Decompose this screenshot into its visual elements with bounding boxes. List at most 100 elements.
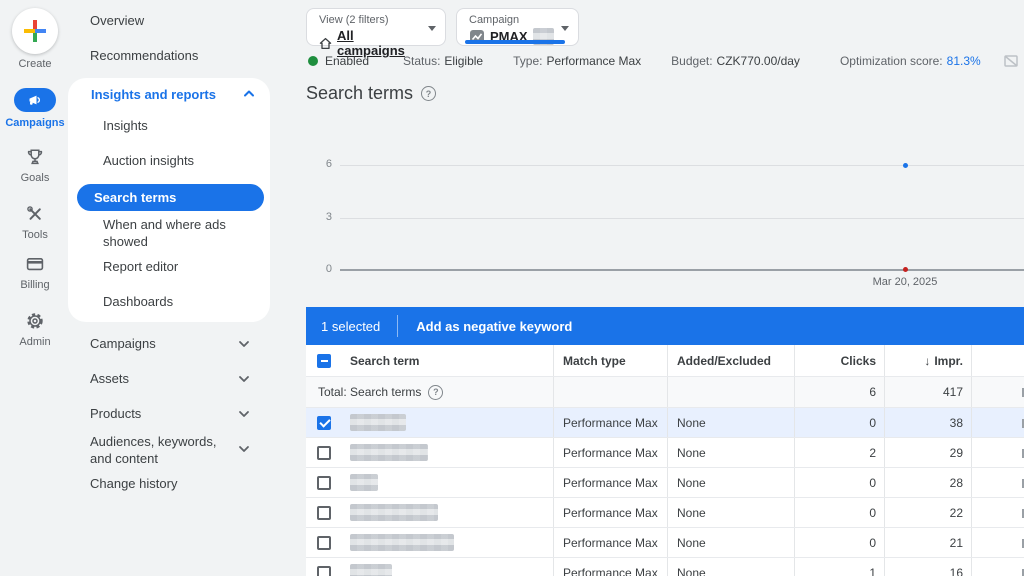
y-axis-tick: 6 xyxy=(306,158,332,170)
row-checkbox[interactable] xyxy=(317,506,331,520)
nav-item-insights[interactable]: Insights xyxy=(103,118,148,134)
added-excluded-cell: None xyxy=(667,498,794,527)
impressions-cell: 28 xyxy=(884,468,971,497)
search-term-redacted xyxy=(340,468,553,497)
column-header-match-type[interactable]: Match type xyxy=(553,345,667,376)
x-axis-date-label: Mar 20, 2025 xyxy=(863,276,947,288)
type-label: Type: xyxy=(513,54,542,68)
row-checkbox[interactable] xyxy=(317,476,331,490)
billing-card-icon xyxy=(0,253,70,275)
chevron-down-icon[interactable] xyxy=(238,375,250,383)
added-excluded-cell: None xyxy=(667,558,794,576)
table-row[interactable]: Performance MaxNone229 xyxy=(306,438,1024,468)
clicks-cell: 0 xyxy=(794,408,884,437)
sidebar-item-admin[interactable]: Admin xyxy=(0,310,70,348)
column-header-impressions[interactable]: ↓ Impr. xyxy=(884,345,971,376)
table-row[interactable]: Performance MaxNone021 xyxy=(306,528,1024,558)
sidebar-item-tools[interactable]: Tools xyxy=(0,203,70,241)
dropdown-caret-icon xyxy=(428,26,436,31)
added-excluded-cell: None xyxy=(667,408,794,437)
nav-item-dashboards[interactable]: Dashboards xyxy=(103,294,173,310)
match-type-cell: Performance Max xyxy=(553,558,667,576)
simulate-campaigns-button-disabled: Simulate camp xyxy=(1003,53,1024,69)
nav-item-when-and-where-ads-showed[interactable]: When and where ads showed xyxy=(103,216,253,250)
campaign-selector-dropdown[interactable]: Campaign PMAX xyxy=(456,8,579,46)
nav-item-recommendations[interactable]: Recommendations xyxy=(90,47,198,65)
match-type-cell: Performance Max xyxy=(553,408,667,437)
optimization-score-value[interactable]: 81.3% xyxy=(947,54,981,68)
budget-label: Budget: xyxy=(671,54,712,68)
match-type-cell: Performance Max xyxy=(553,438,667,467)
x-axis-line xyxy=(340,269,1024,271)
clipped-cell xyxy=(971,408,1024,437)
chart-point-series1[interactable] xyxy=(903,163,908,168)
page-title: Search terms xyxy=(306,83,413,104)
filter-bar: View (2 filters) All campaigns Campaign … xyxy=(306,8,579,46)
row-checkbox[interactable] xyxy=(317,566,331,576)
campaign-selector-label: Campaign xyxy=(469,14,554,26)
gridline xyxy=(340,165,1024,166)
total-clicks: 6 xyxy=(794,377,884,407)
chart-point-series2[interactable] xyxy=(903,267,908,272)
search-terms-table: Search term Match type Added/Excluded Cl… xyxy=(306,345,1024,576)
clicks-cell: 0 xyxy=(794,528,884,557)
clicks-cell: 0 xyxy=(794,498,884,527)
selected-count: 1 selected xyxy=(306,319,397,334)
status-value: Eligible xyxy=(444,54,483,68)
total-impressions: 417 xyxy=(884,377,971,407)
sidebar-item-label: Campaigns xyxy=(0,117,70,129)
active-campaign-indicator xyxy=(465,40,565,44)
select-all-checkbox-indeterminate[interactable] xyxy=(317,354,331,368)
sidebar-item-billing[interactable]: Billing xyxy=(0,253,70,291)
create-button[interactable]: Create xyxy=(0,8,70,70)
trophy-icon xyxy=(0,146,70,168)
nav-group-insights-and-reports[interactable]: Insights and reports xyxy=(91,86,216,104)
table-row[interactable]: Performance MaxNone116 xyxy=(306,558,1024,576)
megaphone-icon xyxy=(14,88,56,112)
search-term-redacted xyxy=(340,528,553,557)
sidebar-item-label: Tools xyxy=(0,229,70,241)
table-header-row: Search term Match type Added/Excluded Cl… xyxy=(306,345,1024,377)
create-label: Create xyxy=(0,58,70,70)
row-checkbox-checked[interactable] xyxy=(317,416,331,430)
add-as-negative-keyword-button[interactable]: Add as negative keyword xyxy=(398,319,590,334)
view-filter-dropdown[interactable]: View (2 filters) All campaigns xyxy=(306,8,446,46)
chevron-down-icon[interactable] xyxy=(238,410,250,418)
sidebar-item-label: Goals xyxy=(0,172,70,184)
nav-item-report-editor[interactable]: Report editor xyxy=(103,259,178,275)
y-axis-tick: 3 xyxy=(306,211,332,223)
tools-icon xyxy=(0,203,70,225)
table-total-row: Total: Search terms 6 417 xyxy=(306,377,1024,408)
table-row[interactable]: Performance MaxNone028 xyxy=(306,468,1024,498)
nav-section-campaigns[interactable]: Campaigns xyxy=(90,336,156,352)
row-checkbox[interactable] xyxy=(317,536,331,550)
column-header-clicks[interactable]: Clicks xyxy=(794,345,884,376)
clipped-cell xyxy=(971,498,1024,527)
chevron-down-icon[interactable] xyxy=(238,340,250,348)
column-header-search-term[interactable]: Search term xyxy=(340,345,553,376)
impressions-cell: 38 xyxy=(884,408,971,437)
performance-chart: 6 3 0 Mar 20, 2025 xyxy=(306,140,1024,292)
sidebar-item-goals[interactable]: Goals xyxy=(0,146,70,184)
nav-item-search-terms-selected[interactable]: Search terms xyxy=(77,184,264,211)
nav-item-overview[interactable]: Overview xyxy=(90,12,144,30)
insights-group-card: Insights and reports Insights Auction in… xyxy=(68,78,270,322)
nav-section-assets[interactable]: Assets xyxy=(90,371,129,387)
column-header-added-excluded[interactable]: Added/Excluded xyxy=(667,345,794,376)
help-icon[interactable] xyxy=(421,86,436,101)
search-term-redacted xyxy=(340,558,553,576)
sidebar-item-campaigns[interactable]: Campaigns xyxy=(0,88,70,129)
nav-item-auction-insights[interactable]: Auction insights xyxy=(103,153,194,169)
chevron-up-icon[interactable] xyxy=(243,89,255,97)
table-row[interactable]: Performance MaxNone022 xyxy=(306,498,1024,528)
row-checkbox[interactable] xyxy=(317,446,331,460)
type-value: Performance Max xyxy=(546,54,641,68)
nav-section-audiences-keywords-content[interactable]: Audiences, keywords, and content xyxy=(90,433,238,467)
nav-section-change-history[interactable]: Change history xyxy=(90,476,177,492)
nav-section-products[interactable]: Products xyxy=(90,406,141,422)
enabled-label: Enabled xyxy=(325,54,369,68)
help-icon[interactable] xyxy=(428,385,443,400)
status-label: Status: xyxy=(403,54,440,68)
chevron-down-icon[interactable] xyxy=(238,445,250,453)
table-row[interactable]: Performance MaxNone038 xyxy=(306,408,1024,438)
